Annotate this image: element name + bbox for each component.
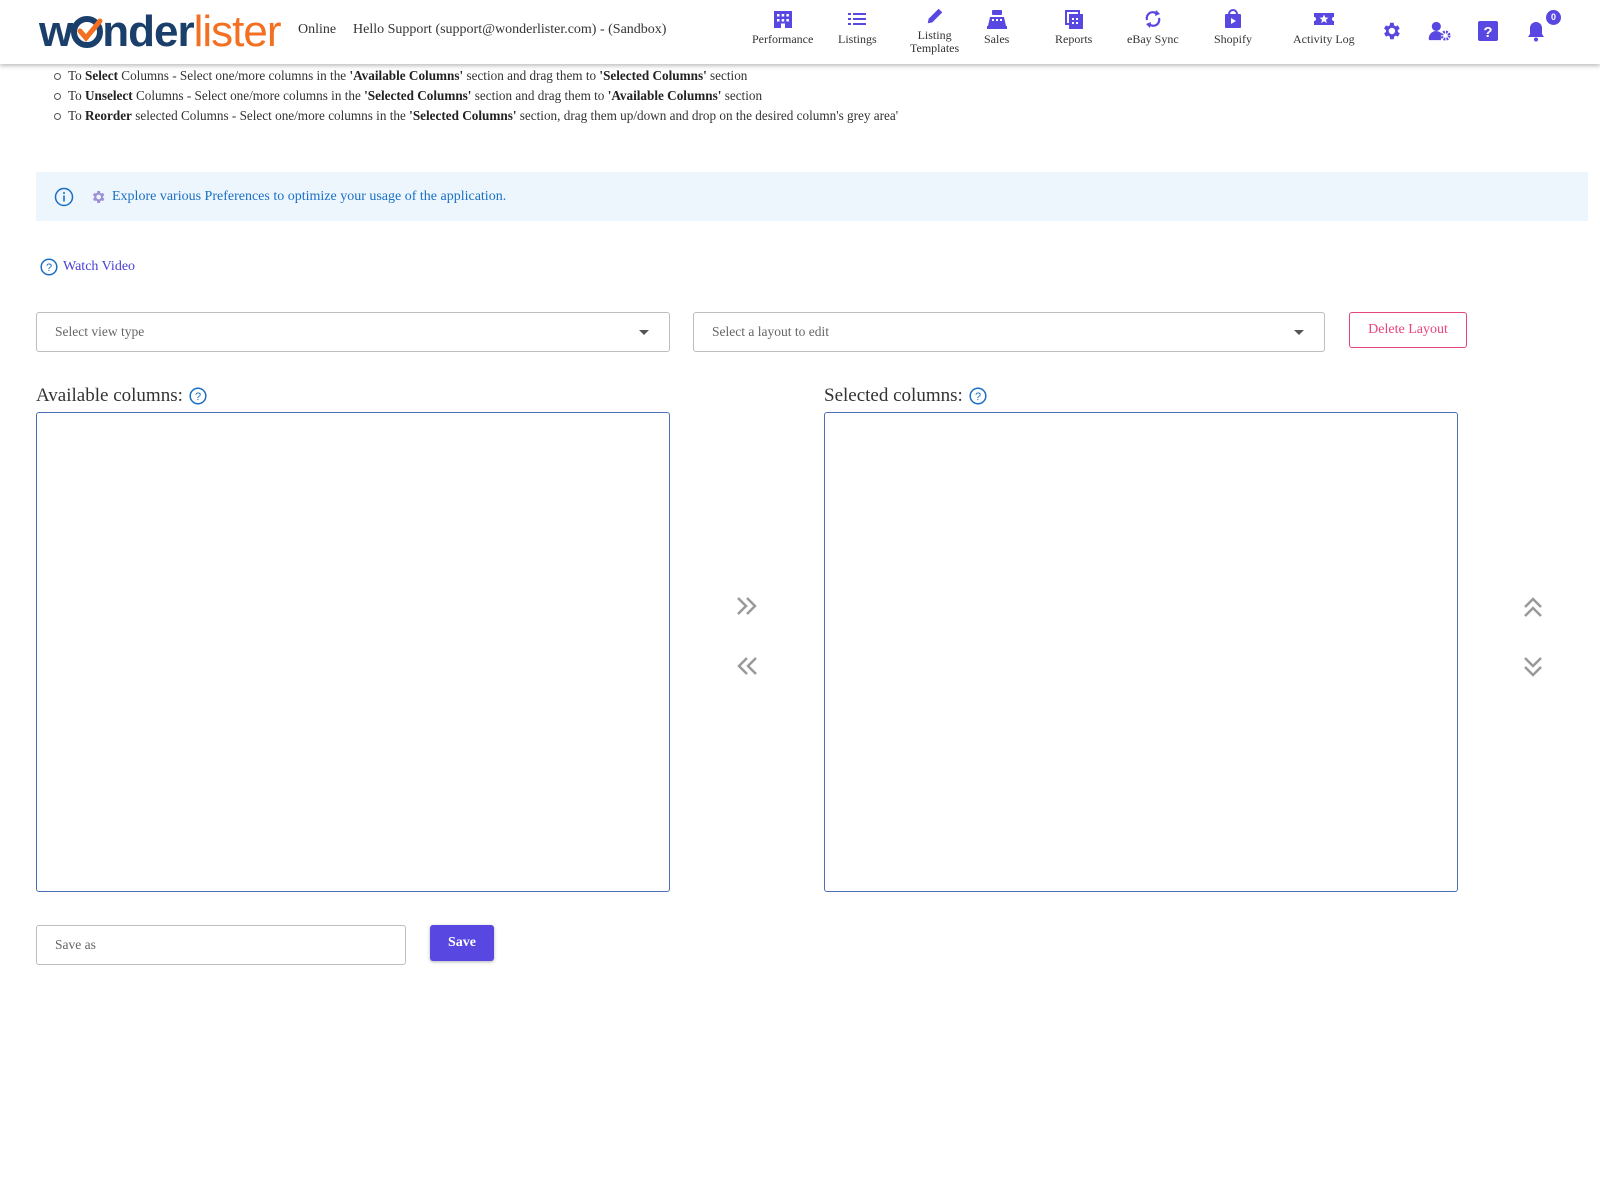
move-up-button[interactable] [1523, 596, 1543, 625]
layout-placeholder: Select a layout to edit [712, 324, 829, 339]
selected-columns-heading: Selected columns: ? [824, 385, 987, 407]
user-greeting: Hello Support (support@wonderlister.com)… [353, 22, 667, 37]
settings-button[interactable] [1380, 20, 1402, 47]
nav-label: Listing [917, 28, 952, 42]
cash-register-icon [986, 10, 1007, 29]
nav-listing-templates[interactable]: Listing Templates [910, 6, 959, 55]
nav-label: Shopify [1214, 32, 1253, 46]
nav-ebay-sync[interactable]: eBay Sync [1127, 8, 1179, 46]
selected-columns-label: Selected columns: [824, 385, 963, 406]
list-icon [848, 13, 867, 25]
wonderlister-logo[interactable]: w nder lister [39, 8, 281, 56]
layout-select[interactable]: Select a layout to edit [693, 312, 1325, 352]
double-chevron-up-icon [1524, 597, 1542, 617]
help-button[interactable]: ? [1478, 20, 1498, 47]
online-status: Online [298, 22, 337, 37]
save-button[interactable]: Save [430, 925, 494, 961]
available-columns-label: Available columns: [36, 385, 183, 406]
ticket-star-icon [1313, 13, 1334, 25]
nav-label: Listings [838, 32, 877, 46]
watch-video-label: Watch Video [63, 259, 136, 274]
user-gear-icon [1428, 21, 1451, 41]
top-header: w nder lister Online Hello Support (supp… [0, 0, 1600, 64]
logo-text-lister: lister [193, 7, 282, 56]
available-columns-heading: Available columns: ? [36, 385, 207, 407]
move-right-button[interactable] [735, 596, 759, 621]
info-icon [54, 187, 74, 206]
instruction-select: To Select Columns - Select one/more colu… [54, 66, 898, 86]
bell-icon [1528, 22, 1544, 42]
watch-video-link[interactable]: ? Watch Video [40, 258, 135, 276]
svg-text:?: ? [195, 391, 201, 403]
double-chevron-down-icon [1524, 657, 1542, 677]
nav-performance[interactable]: Performance [752, 8, 813, 46]
info-banner-text[interactable]: Explore various Preferences to optimize … [112, 189, 506, 205]
nav-label-line2: Templates [910, 41, 960, 55]
caret-down-icon [1294, 330, 1304, 335]
building-icon [773, 11, 792, 28]
nav-label: Sales [984, 32, 1010, 46]
view-type-select[interactable]: Select view type [36, 312, 670, 352]
reports-icon [1064, 10, 1083, 29]
notifications-button[interactable] [1526, 20, 1546, 47]
nav-sales[interactable]: Sales [984, 8, 1009, 46]
nav-label: Activity Log [1293, 32, 1355, 46]
instructions-list: To Select Columns - Select one/more colu… [54, 66, 898, 126]
svg-text:?: ? [46, 262, 52, 274]
user-settings-button[interactable] [1428, 20, 1452, 47]
double-chevron-right-icon [737, 597, 757, 615]
nav-label: eBay Sync [1127, 32, 1179, 46]
logo-checkmark-icon [71, 16, 104, 48]
selected-columns-list[interactable] [824, 412, 1458, 892]
available-columns-list[interactable] [36, 412, 670, 892]
save-as-input[interactable]: Save as [36, 925, 406, 965]
help-circle-icon[interactable]: ? [969, 387, 987, 405]
pencil-icon [927, 8, 942, 24]
notification-count-badge: 0 [1546, 10, 1561, 25]
caret-down-icon [639, 330, 649, 335]
nav-activity-log[interactable]: Activity Log [1293, 8, 1355, 46]
logo-text-nder: nder [102, 7, 194, 56]
move-left-button[interactable] [735, 656, 759, 681]
instruction-unselect: To Unselect Columns - Select one/more co… [54, 86, 898, 106]
shopify-bag-icon [1225, 9, 1241, 28]
nav-label: Performance [752, 32, 814, 46]
svg-text:?: ? [1483, 24, 1492, 41]
nav-shopify[interactable]: Shopify [1214, 8, 1252, 46]
help-circle-icon[interactable]: ? [189, 387, 207, 405]
logo-text-w: w [39, 7, 73, 56]
double-chevron-left-icon [737, 657, 757, 675]
view-type-placeholder: Select view type [55, 324, 145, 339]
svg-text:?: ? [975, 391, 981, 403]
save-as-placeholder: Save as [55, 937, 96, 952]
info-banner: Explore various Preferences to optimize … [36, 172, 1588, 221]
delete-layout-button[interactable]: Delete Layout [1349, 312, 1467, 348]
help-circle-icon: ? [40, 258, 58, 276]
sync-icon [1145, 10, 1161, 28]
nav-listings[interactable]: Listings [838, 8, 877, 46]
gear-icon [1384, 22, 1400, 40]
move-down-button[interactable] [1523, 654, 1543, 683]
question-square-icon: ? [1478, 21, 1498, 41]
sparkle-gear-icon [92, 190, 105, 203]
nav-label: Reports [1055, 32, 1093, 46]
nav-reports[interactable]: Reports [1055, 8, 1092, 46]
instruction-reorder: To Reorder selected Columns - Select one… [54, 106, 898, 126]
